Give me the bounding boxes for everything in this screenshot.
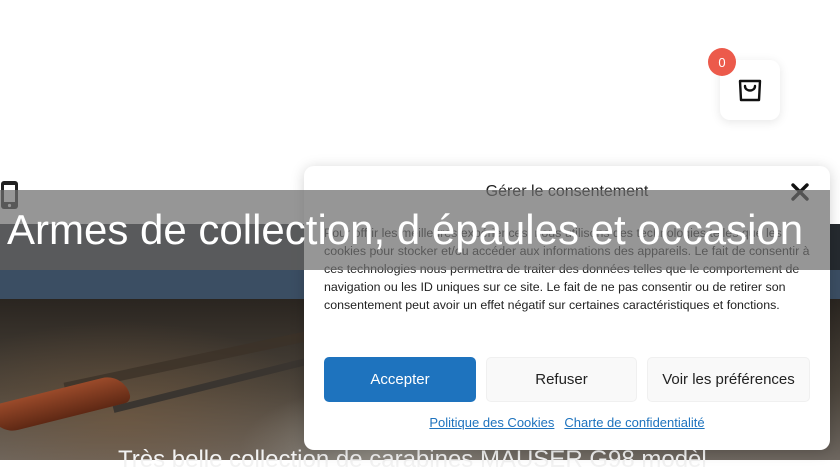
shopping-bag-icon: [735, 73, 765, 107]
consent-links: Politique des Cookies Charte de confiden…: [304, 415, 830, 430]
refuse-button[interactable]: Refuser: [486, 357, 637, 402]
hero-caption: Très belle collection de carabines MAUSE…: [118, 446, 707, 473]
view-preferences-button[interactable]: Voir les préférences: [647, 357, 810, 402]
accept-button[interactable]: Accepter: [324, 357, 476, 402]
cookie-policy-link[interactable]: Politique des Cookies: [429, 415, 554, 430]
cart-count-badge: 0: [708, 48, 736, 76]
privacy-policy-link[interactable]: Charte de confidentialité: [564, 415, 704, 430]
page-title: Armes de collection, d épaules et occasi…: [7, 206, 804, 253]
